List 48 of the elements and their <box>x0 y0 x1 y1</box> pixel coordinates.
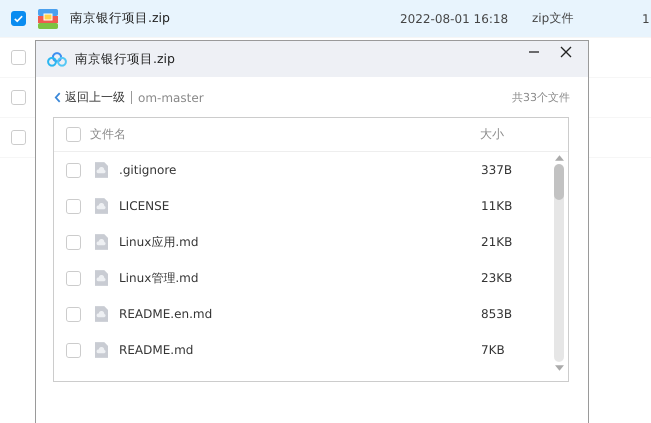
scroll-down-icon <box>554 365 564 371</box>
file-date: 2022-08-01 16:18 <box>400 12 510 26</box>
file-count: 共33个文件 <box>512 90 570 105</box>
checkbox[interactable] <box>66 198 81 214</box>
dialog-title: 南京银行项目.zip <box>75 50 175 68</box>
checkbox[interactable] <box>66 342 81 358</box>
folder-name: om-master <box>138 90 204 104</box>
file-type: zip文件 <box>532 10 574 27</box>
check-icon <box>13 13 24 24</box>
file-name: .gitignore <box>119 163 178 177</box>
select-all-checkbox[interactable] <box>66 127 81 142</box>
checkbox[interactable] <box>66 270 81 286</box>
file-size: 337B <box>481 163 512 177</box>
file-icon <box>95 270 108 286</box>
checkbox[interactable] <box>11 130 26 145</box>
file-size: 23KB <box>481 271 512 285</box>
file-name: Linux管理.md <box>119 270 200 286</box>
checkbox[interactable] <box>11 90 26 105</box>
file-row[interactable]: 南京银行项目.zip 2022-08-01 16:18 zip文件 1 <box>0 0 651 38</box>
file-icon <box>95 162 108 178</box>
file-name: 南京银行项目.zip <box>70 10 171 27</box>
file-icon <box>95 234 108 250</box>
scroll-up-icon <box>554 155 564 161</box>
table-cell: 1 <box>642 12 650 26</box>
file-name: README.md <box>119 343 194 357</box>
file-size: 21KB <box>481 235 512 249</box>
checkbox[interactable] <box>66 234 81 250</box>
file-icon <box>95 306 108 322</box>
checkbox[interactable] <box>66 306 81 322</box>
column-header: 文件名 <box>90 126 127 143</box>
file-size: 7KB <box>481 343 505 357</box>
back-link[interactable]: 返回上一级 <box>54 89 125 106</box>
checkbox[interactable] <box>66 162 81 178</box>
file-icon <box>95 342 108 358</box>
chevron-left-icon <box>54 92 61 103</box>
file-name: README.en.md <box>119 307 214 321</box>
file-name: Linux应用.md <box>119 234 200 250</box>
checkbox[interactable] <box>11 11 26 26</box>
file-icon <box>95 198 108 214</box>
column-header: 大小 <box>480 126 504 143</box>
archive-icon <box>38 8 58 28</box>
checkbox[interactable] <box>11 50 26 65</box>
file-size: 11KB <box>481 199 512 213</box>
cloud-icon <box>47 52 67 66</box>
close-icon <box>560 46 572 58</box>
file-name: LICENSE <box>119 199 170 213</box>
file-size: 853B <box>481 307 512 321</box>
scrollbar-thumb[interactable] <box>554 164 564 200</box>
